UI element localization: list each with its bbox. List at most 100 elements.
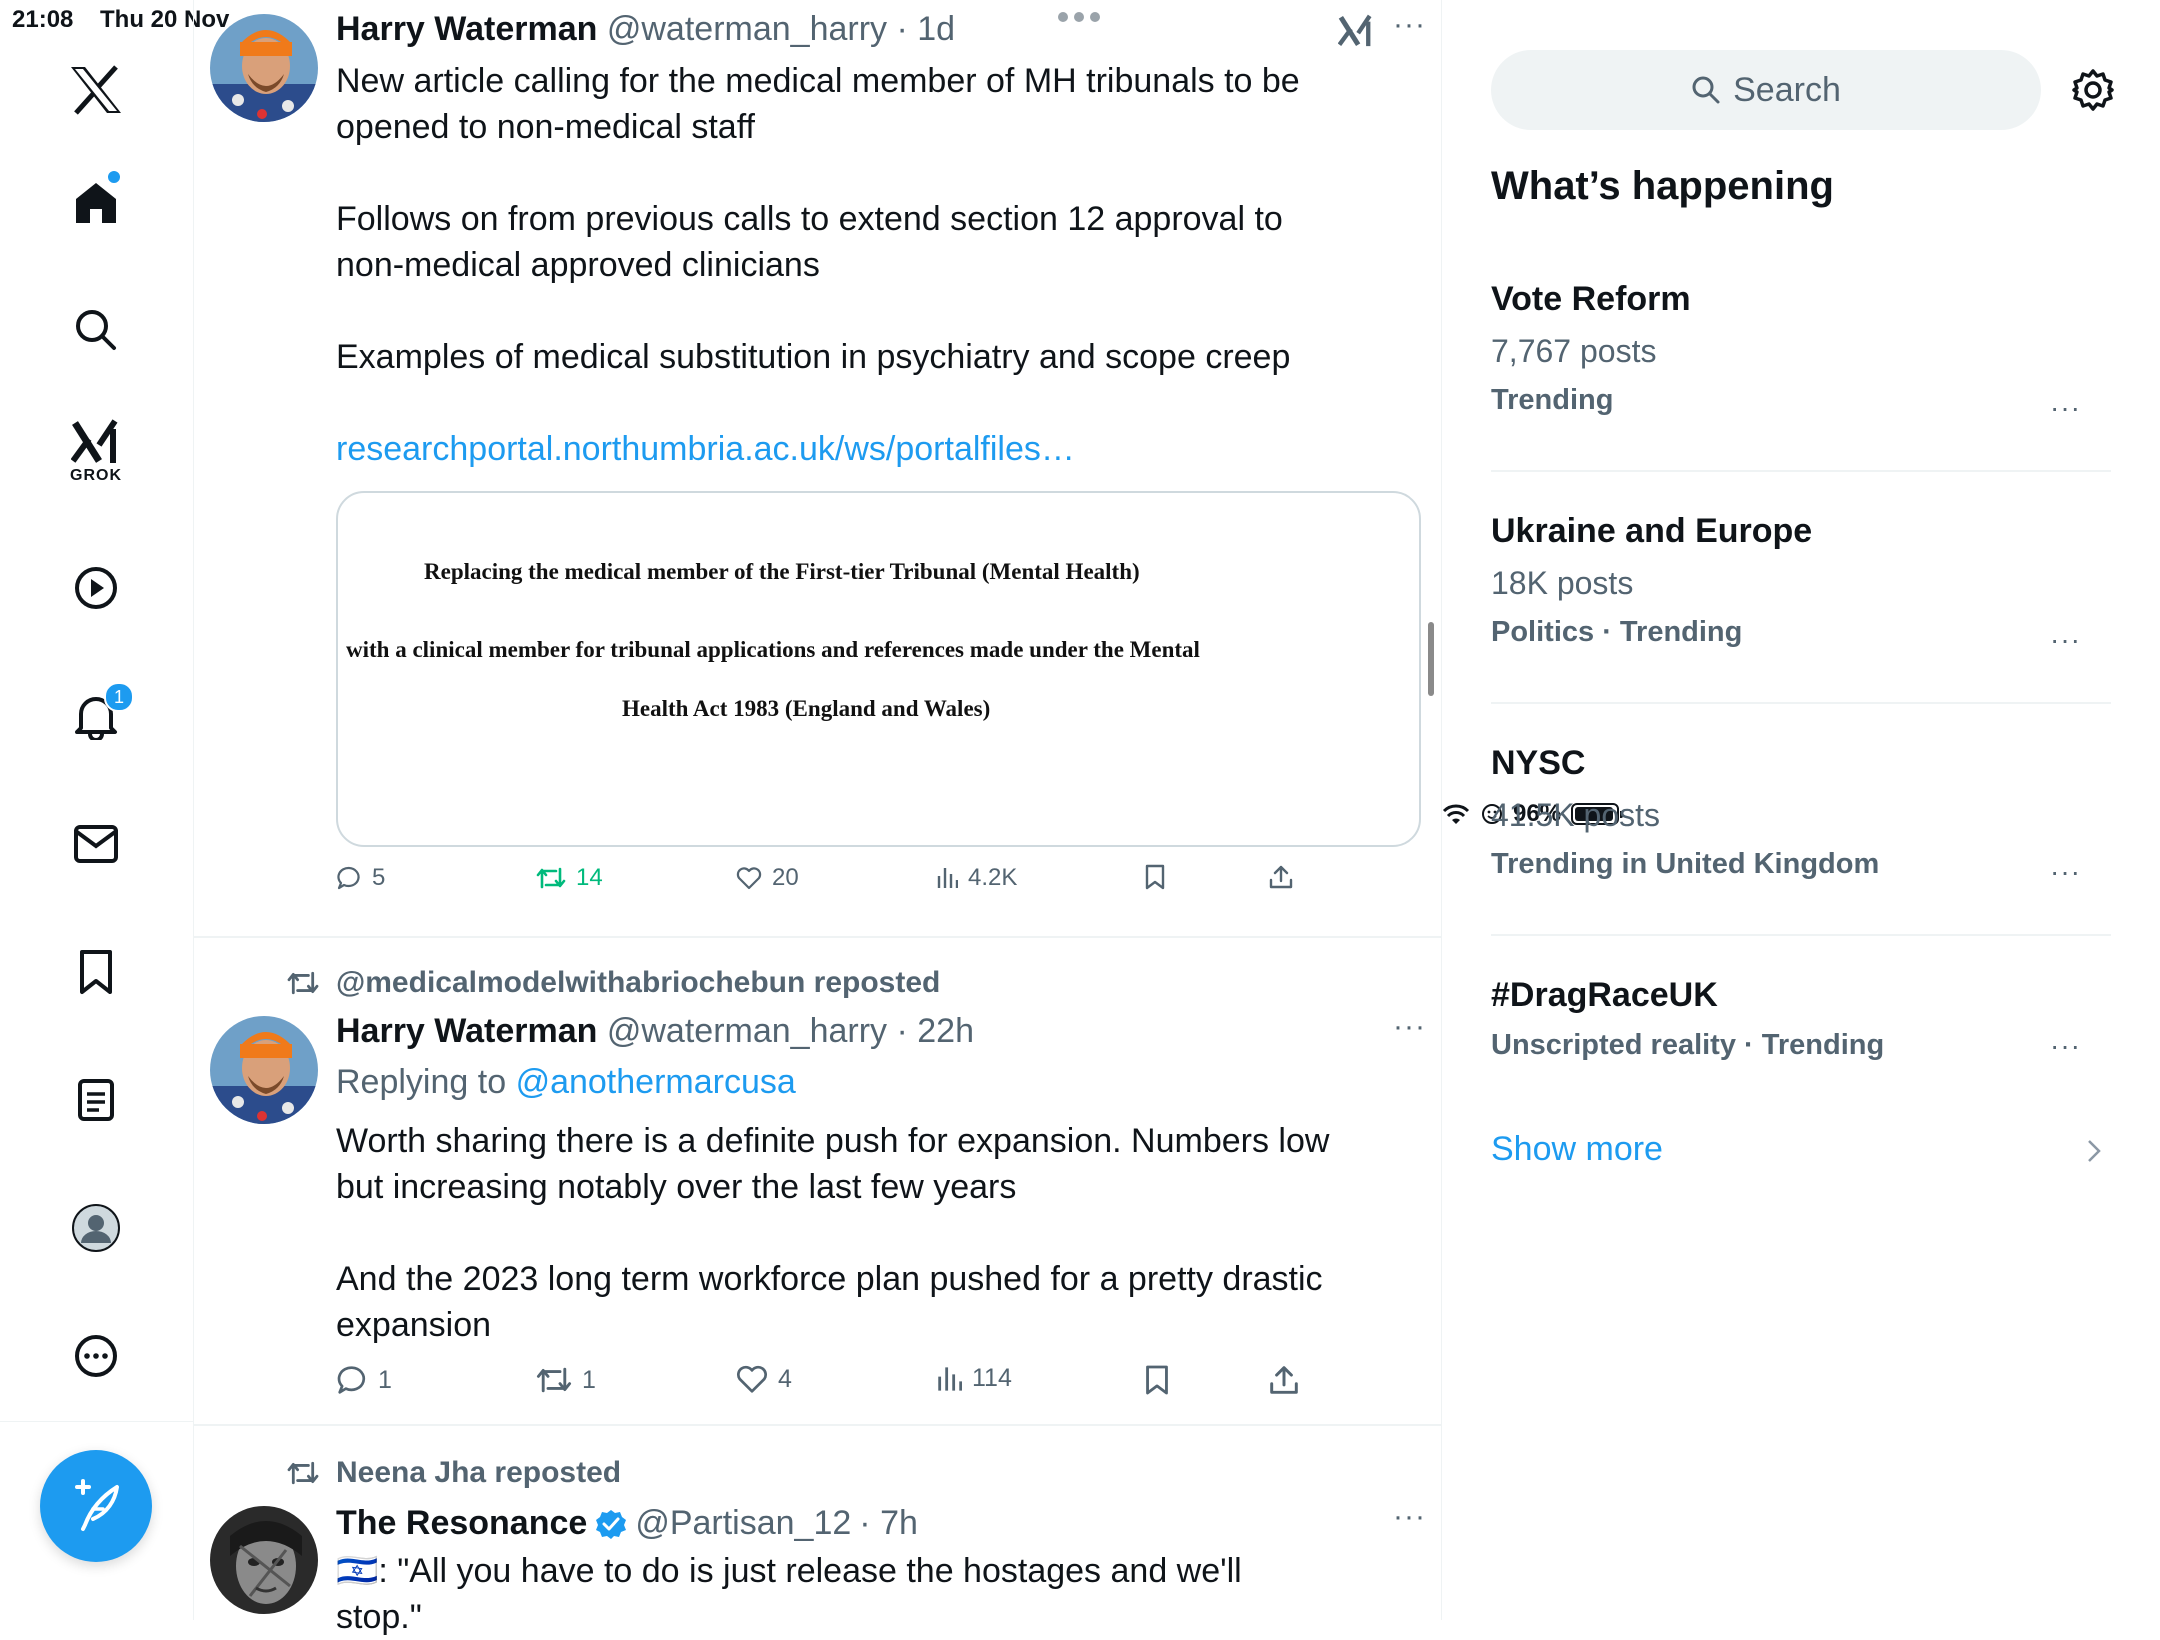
compose-button[interactable] bbox=[40, 1450, 152, 1562]
grok-explain-button[interactable] bbox=[1338, 14, 1374, 48]
author-name[interactable]: Harry Waterman bbox=[336, 1012, 597, 1050]
nav-notifications[interactable]: 1 bbox=[56, 676, 136, 756]
author-handle[interactable]: @waterman_harry bbox=[607, 10, 887, 48]
reposted-by[interactable]: @medicalmodelwithabriochebun reposted bbox=[336, 966, 940, 1000]
heart-icon bbox=[736, 1365, 768, 1393]
nav-explore[interactable] bbox=[56, 290, 136, 370]
repost-indicator: @medicalmodelwithabriochebun reposted bbox=[286, 966, 940, 1000]
x-logo-button[interactable] bbox=[56, 50, 136, 130]
repost-button[interactable]: 14 bbox=[536, 864, 603, 892]
like-count: 20 bbox=[772, 864, 799, 891]
share-button[interactable] bbox=[1268, 1364, 1300, 1396]
share-icon bbox=[1270, 1366, 1298, 1394]
x-logo-icon bbox=[71, 65, 121, 115]
author-name[interactable]: Harry Waterman bbox=[336, 10, 597, 48]
drag-handle[interactable] bbox=[1055, 10, 1103, 24]
repost-icon bbox=[287, 971, 319, 995]
nav-messages[interactable] bbox=[56, 804, 136, 884]
link-card[interactable]: Replacing the medical member of the Firs… bbox=[336, 491, 1421, 847]
trend-more-button[interactable]: ··· bbox=[2050, 624, 2081, 656]
trend-item[interactable]: Vote Reform 7,767 posts Trending ··· bbox=[1491, 280, 2111, 423]
tweet-paragraph: New article calling for the medical memb… bbox=[336, 62, 1300, 146]
card-line: Replacing the medical member of the Firs… bbox=[424, 559, 1140, 584]
author-avatar[interactable] bbox=[210, 14, 318, 122]
tweet-header: Harry Waterman @waterman_harry · 1d bbox=[336, 10, 955, 49]
show-more-link[interactable]: Show more bbox=[1491, 1130, 1663, 1169]
more-options-button[interactable]: ··· bbox=[1393, 1500, 1426, 1534]
more-options-button[interactable]: ··· bbox=[1393, 1010, 1426, 1044]
repost-count: 14 bbox=[576, 864, 603, 891]
nav-video[interactable] bbox=[56, 548, 136, 628]
views-icon bbox=[938, 1366, 962, 1391]
search-input[interactable]: Search bbox=[1491, 50, 2041, 130]
tweet-link[interactable]: researchportal.northumbria.ac.uk/ws/port… bbox=[336, 426, 1336, 472]
reply-button[interactable]: 1 bbox=[336, 1364, 392, 1396]
like-button[interactable]: 4 bbox=[736, 1364, 792, 1394]
trend-item[interactable]: #DragRaceUK Unscripted reality · Trendin… bbox=[1491, 976, 2111, 1062]
more-icon: ··· bbox=[1393, 1010, 1426, 1043]
grok-label: GROK bbox=[70, 467, 122, 484]
bookmark-icon bbox=[1145, 864, 1165, 890]
more-icon: ··· bbox=[1393, 8, 1426, 41]
repost-button[interactable]: 1 bbox=[536, 1364, 596, 1396]
avatar-icon bbox=[72, 1204, 120, 1252]
reply-icon bbox=[337, 866, 360, 890]
trend-title: #DragRaceUK bbox=[1491, 976, 1718, 1014]
author-avatar[interactable] bbox=[210, 1506, 318, 1614]
trend-meta: Politics · Trending bbox=[1491, 616, 1743, 648]
view-count: 114 bbox=[972, 1364, 1012, 1392]
trend-more-button[interactable]: ··· bbox=[2050, 856, 2081, 888]
trend-more-button[interactable]: ··· bbox=[2050, 1030, 2081, 1062]
nav-profile[interactable] bbox=[56, 1188, 136, 1268]
trend-divider bbox=[1491, 934, 2111, 936]
tweet-time[interactable]: · 1d bbox=[896, 10, 955, 48]
heart-icon bbox=[736, 867, 762, 890]
show-more-chevron[interactable] bbox=[2086, 1138, 2102, 1164]
tweet-time[interactable]: · 7h bbox=[859, 1504, 918, 1543]
trend-divider bbox=[1491, 470, 2111, 472]
gear-icon bbox=[2072, 69, 2114, 111]
scrollbar[interactable] bbox=[1428, 622, 1434, 696]
bookmark-button[interactable] bbox=[1144, 864, 1166, 890]
verified-badge-icon bbox=[596, 1509, 627, 1539]
replying-to: Replying to @anothermarcusa bbox=[336, 1063, 796, 1102]
nav-home[interactable] bbox=[56, 163, 136, 243]
notification-count-badge: 1 bbox=[104, 682, 134, 712]
nav-more[interactable] bbox=[56, 1316, 136, 1396]
trend-item[interactable]: NYSC 41.5K posts Trending in United King… bbox=[1491, 744, 2111, 887]
tweet-divider bbox=[193, 1424, 1441, 1426]
author-name[interactable]: The Resonance bbox=[336, 1504, 587, 1543]
reposted-by[interactable]: Neena Jha reposted bbox=[336, 1456, 621, 1490]
nav-grok[interactable]: GROK bbox=[56, 412, 136, 492]
view-count: 4.2K bbox=[968, 864, 1018, 891]
share-icon bbox=[1269, 865, 1293, 889]
share-button[interactable] bbox=[1268, 864, 1294, 890]
reply-count: 5 bbox=[372, 864, 386, 891]
play-icon bbox=[75, 567, 117, 609]
like-button[interactable]: 20 bbox=[736, 864, 799, 892]
more-circle-icon bbox=[75, 1335, 117, 1377]
timeline[interactable]: Harry Waterman @waterman_harry · 1d ··· … bbox=[193, 0, 1442, 1636]
like-count: 4 bbox=[778, 1364, 792, 1393]
home-icon bbox=[76, 183, 116, 223]
nav-lists[interactable] bbox=[56, 1060, 136, 1140]
replying-to-handle[interactable]: @anothermarcusa bbox=[516, 1063, 796, 1101]
views-button[interactable]: 114 bbox=[936, 1364, 1012, 1393]
trend-meta: Trending bbox=[1491, 384, 1614, 416]
trend-divider bbox=[1491, 702, 2111, 704]
tweet-time[interactable]: · 22h bbox=[896, 1012, 974, 1050]
author-handle[interactable]: @waterman_harry bbox=[607, 1012, 887, 1050]
bookmark-button[interactable] bbox=[1144, 1364, 1170, 1396]
trend-title: Vote Reform bbox=[1491, 280, 1691, 318]
reply-button[interactable]: 5 bbox=[336, 864, 385, 892]
settings-button[interactable] bbox=[2071, 68, 2115, 112]
repost-count: 1 bbox=[582, 1365, 596, 1394]
nav-bookmarks[interactable] bbox=[56, 932, 136, 1012]
tweet-paragraph: Worth sharing there is a definite push f… bbox=[336, 1122, 1330, 1206]
more-options-button[interactable]: ··· bbox=[1393, 8, 1426, 42]
author-handle[interactable]: @Partisan_12 bbox=[635, 1504, 851, 1543]
trend-more-button[interactable]: ··· bbox=[2050, 392, 2081, 424]
views-button[interactable]: 4.2K bbox=[936, 864, 1017, 892]
trend-item[interactable]: Ukraine and Europe 18K posts Politics · … bbox=[1491, 512, 2111, 655]
author-avatar[interactable] bbox=[210, 1016, 318, 1124]
